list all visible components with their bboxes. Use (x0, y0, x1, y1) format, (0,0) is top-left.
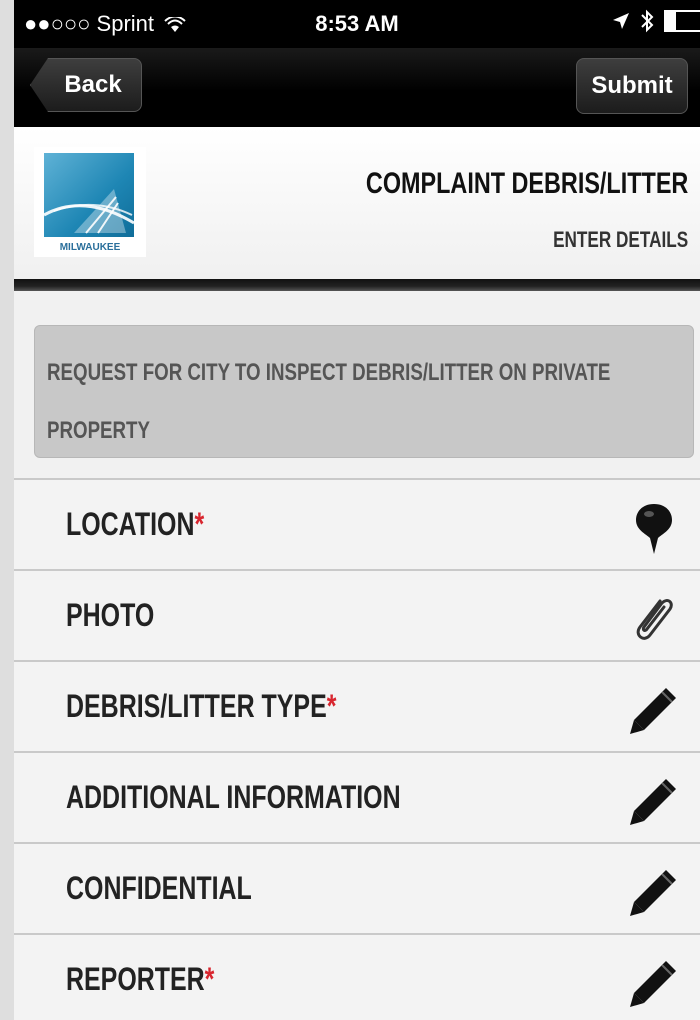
pencil-icon (630, 870, 676, 916)
field-label: DEBRIS/LITTER TYPE* (66, 688, 336, 725)
status-time: 8:53 AM (315, 11, 399, 36)
page-title: COMPLAINT DEBRIS/LITTER (365, 167, 688, 200)
field-label-text: DEBRIS/LITTER TYPE (66, 688, 327, 724)
header-divider (14, 279, 700, 291)
required-mark: * (204, 961, 215, 997)
pencil-icon (630, 688, 676, 734)
status-bar: ●●○○○ Sprint 8:53 AM (14, 0, 700, 48)
description-text: REQUEST FOR CITY TO INSPECT DEBRIS/LITTE… (47, 359, 611, 444)
description-box: REQUEST FOR CITY TO INSPECT DEBRIS/LITTE… (34, 325, 694, 458)
required-mark: * (194, 506, 205, 542)
navigation-bar: Back Submit (14, 48, 700, 127)
field-row-confidential[interactable]: CONFIDENTIAL (14, 842, 700, 933)
field-label-text: LOCATION (66, 506, 195, 542)
field-label-text: REPORTER (66, 961, 205, 997)
logo-text: MILWAUKEE (59, 242, 121, 253)
back-button[interactable]: Back (30, 58, 142, 112)
page-subtitle: ENTER DETAILS (552, 227, 688, 252)
battery-icon (664, 10, 700, 32)
pencil-icon (630, 779, 676, 825)
milwaukee-logo: MILWAUKEE (34, 147, 146, 257)
pencil-icon (630, 961, 676, 1007)
status-right (612, 9, 700, 33)
page-header: MILWAUKEE COMPLAINT DEBRIS/LITTER ENTER … (14, 127, 700, 279)
field-label: PHOTO (66, 597, 155, 633)
field-label: ADDITIONAL INFORMATION (66, 779, 401, 815)
paperclip-icon (636, 599, 673, 640)
logo-art (44, 153, 134, 237)
logo-wing-icon (44, 189, 134, 234)
field-label: REPORTER* (66, 961, 214, 998)
field-label: CONFIDENTIAL (66, 870, 252, 906)
field-row-reporter[interactable]: REPORTER* (14, 933, 700, 1020)
submit-button[interactable]: Submit (576, 58, 688, 114)
field-row-additional-information[interactable]: ADDITIONAL INFORMATION (14, 751, 700, 842)
required-mark: * (326, 688, 337, 724)
field-row-location[interactable]: LOCATION* (14, 478, 700, 569)
field-label: LOCATION* (66, 506, 204, 543)
phone-screen: ●●○○○ Sprint 8:53 AM Back Submit MILWAUK… (14, 0, 700, 1020)
bluetooth-icon (641, 9, 654, 33)
field-row-debris-type[interactable]: DEBRIS/LITTER TYPE* (14, 660, 700, 751)
field-list: LOCATION* PHOTO DEBRIS/LITTER TYPE* ADDI… (14, 478, 700, 1020)
map-pin-icon (636, 504, 672, 554)
location-arrow-icon (613, 13, 629, 29)
field-row-photo[interactable]: PHOTO (14, 569, 700, 660)
